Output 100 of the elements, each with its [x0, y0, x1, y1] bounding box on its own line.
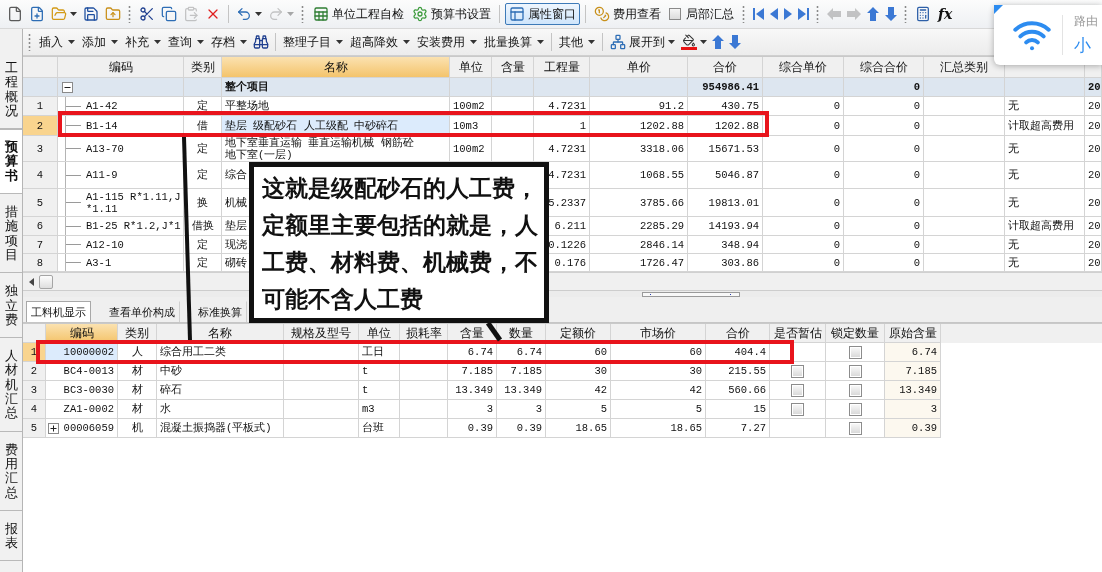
column-header[interactable]: 含量 — [448, 324, 497, 343]
column-header[interactable]: 名称 — [222, 57, 450, 78]
table-cell: 13.349 — [448, 381, 497, 400]
splitter-handle[interactable] — [642, 291, 740, 297]
menu-button[interactable]: 安装费用 — [414, 31, 480, 53]
arrow-up-icon[interactable] — [867, 7, 879, 21]
column-header[interactable]: 规格及型号 — [284, 324, 359, 343]
row-number[interactable]: 4 — [23, 400, 46, 419]
checkbox-label[interactable]: 局部汇总 — [686, 5, 734, 23]
checkbox[interactable] — [848, 421, 862, 435]
menu-button[interactable]: 超高降效 — [347, 31, 413, 53]
row-number[interactable]: 3 — [23, 381, 46, 400]
summary-row[interactable]: 整个项目 954986.41 0 20 — [23, 78, 1102, 97]
checkbox[interactable] — [791, 402, 804, 416]
row-number[interactable]: 7 — [23, 236, 58, 254]
triangle-right-icon[interactable] — [784, 8, 792, 20]
menu-button[interactable]: 添加 — [79, 31, 121, 53]
side-tab[interactable]: 报表 — [0, 510, 22, 562]
table-cell: 计取超高费用 — [1005, 217, 1085, 236]
row-number[interactable]: 5 — [23, 419, 46, 438]
column-header[interactable]: 名称 — [157, 324, 284, 343]
menu-button[interactable]: 插入 — [36, 31, 78, 53]
folder-arrow-icon[interactable] — [105, 6, 121, 22]
side-tab[interactable]: 措施项目 — [0, 194, 22, 274]
collapse-icon[interactable] — [62, 81, 73, 93]
arrow-down-icon[interactable] — [729, 35, 741, 49]
table-cell: 430.75 — [688, 97, 763, 116]
table-cell: 0 — [763, 136, 844, 162]
row-number[interactable]: 3 — [23, 136, 58, 162]
copy-icon[interactable] — [161, 6, 177, 22]
formula-button[interactable]: fx — [935, 6, 956, 22]
side-tab[interactable]: 预算书 — [0, 129, 22, 195]
toolbar-button[interactable]: 费用查看 — [591, 3, 664, 25]
column-header[interactable]: 单位 — [359, 324, 400, 343]
menu-button[interactable]: 查询 — [165, 31, 207, 53]
checkbox[interactable] — [791, 383, 804, 397]
column-header[interactable]: 数量 — [497, 324, 546, 343]
menu-button[interactable]: 整理子目 — [280, 31, 346, 53]
column-header[interactable]: 是否暂估 — [770, 324, 826, 343]
scissors-icon[interactable] — [139, 6, 155, 22]
save-icon[interactable] — [83, 6, 99, 22]
arrow-down-icon[interactable] — [885, 7, 897, 21]
tinted-cell: 0.39 — [885, 419, 941, 438]
caret-icon[interactable] — [255, 12, 262, 16]
table-cell: 20 — [1085, 189, 1102, 217]
row-number[interactable]: 6 — [23, 217, 58, 236]
side-tab[interactable]: 人材机汇总 — [0, 338, 22, 432]
document-plus-icon[interactable] — [29, 6, 45, 22]
checkbox[interactable] — [848, 364, 862, 378]
highlighted-cell[interactable]: 垫层 级配砂石 人工级配 中砂碎石 — [222, 116, 450, 136]
column-header[interactable]: 定额价 — [546, 324, 611, 343]
calculator-icon[interactable] — [915, 6, 931, 22]
toggle-button[interactable]: 属性窗口 — [505, 3, 580, 25]
menu-button[interactable]: 补充 — [122, 31, 164, 53]
checkbox[interactable] — [791, 364, 804, 378]
toolbar-button[interactable]: 预算书设置 — [409, 3, 494, 25]
triangle-left-icon[interactable] — [770, 8, 778, 20]
row-number[interactable]: 1 — [23, 97, 58, 116]
row-number[interactable]: 4 — [23, 162, 58, 189]
caret-icon[interactable] — [70, 12, 77, 16]
binoculars-icon[interactable] — [253, 34, 269, 50]
wifi-toast[interactable]: 路由 小 — [994, 5, 1102, 65]
table-cell: 人 — [118, 343, 157, 362]
side-tab[interactable]: 独立费 — [0, 273, 22, 339]
row-number[interactable]: 2 — [23, 362, 46, 381]
scrollbar-thumb[interactable] — [39, 274, 53, 289]
column-header[interactable]: 类别 — [118, 324, 157, 343]
undo-icon[interactable] — [236, 6, 252, 22]
arrow-up-icon[interactable] — [712, 35, 724, 49]
caret-icon[interactable] — [700, 40, 707, 44]
menu-button[interactable]: 批量换算 — [481, 31, 547, 53]
checkbox[interactable] — [669, 8, 681, 20]
row-number[interactable]: 2 — [23, 116, 58, 136]
toolbar-button[interactable]: 展开到 — [607, 31, 678, 53]
checkbox[interactable] — [848, 402, 862, 416]
tinted-cell: 13.349 — [885, 381, 941, 400]
menu-button[interactable]: 其他 — [556, 31, 598, 53]
document-icon[interactable] — [7, 6, 23, 22]
side-tab[interactable]: 费用汇总 — [0, 431, 22, 511]
toolbar-button[interactable]: 单位工程自检 — [310, 3, 407, 25]
expand-icon[interactable] — [48, 422, 59, 434]
checkbox[interactable] — [848, 383, 862, 397]
checkbox[interactable] — [848, 345, 862, 359]
table-cell: 碎石 — [157, 381, 284, 400]
menu-button[interactable]: 存档 — [208, 31, 250, 53]
caret-icon — [470, 40, 477, 44]
column-header[interactable]: 合价 — [706, 324, 770, 343]
paint-bucket-icon[interactable] — [681, 34, 697, 50]
column-header[interactable]: 损耗率 — [400, 324, 448, 343]
column-header[interactable]: 锁定数量 — [826, 324, 885, 343]
skip-start-icon[interactable] — [753, 8, 764, 20]
tab[interactable]: 标准换算 — [193, 301, 247, 322]
table-cell: 材 — [118, 362, 157, 381]
row-number[interactable]: 5 — [23, 189, 58, 217]
skip-end-icon[interactable] — [798, 8, 809, 20]
column-header[interactable]: 市场价 — [611, 324, 706, 343]
row-number[interactable]: 8 — [23, 254, 58, 272]
tab[interactable]: 查看单价构成 — [104, 301, 180, 322]
tab[interactable]: 工料机显示 — [26, 301, 91, 322]
caret-left-icon[interactable] — [29, 277, 34, 286]
